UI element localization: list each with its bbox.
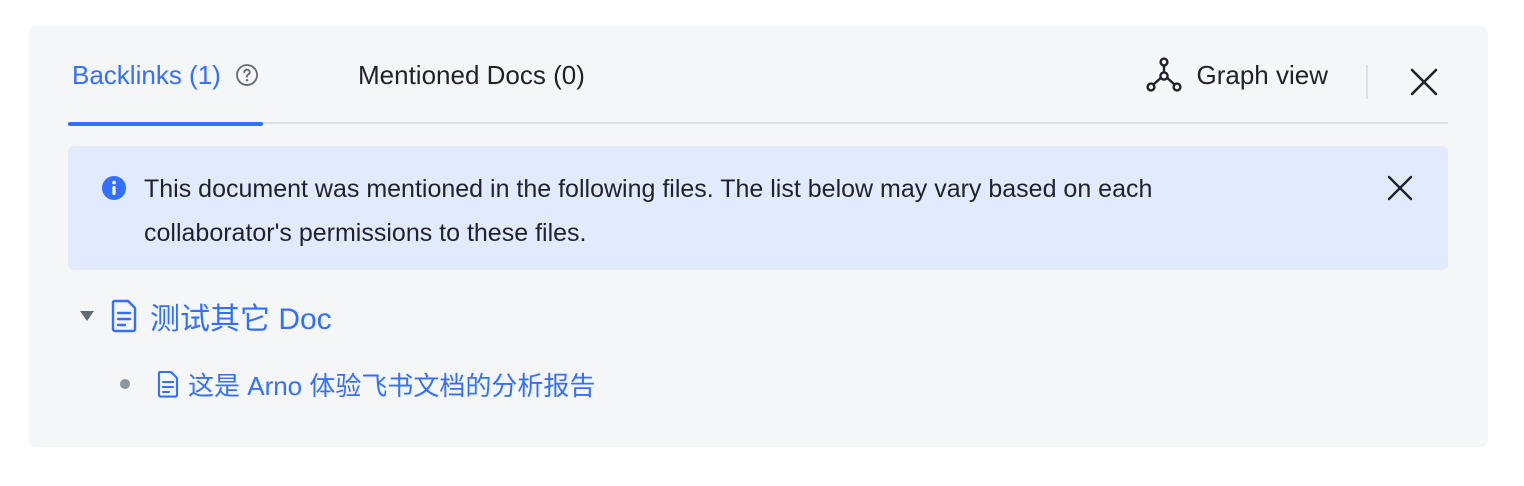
doc-icon <box>111 299 137 333</box>
notice-text: This document was mentioned in the follo… <box>144 175 1153 247</box>
close-icon <box>1387 175 1413 201</box>
info-icon <box>102 176 126 200</box>
graph-icon <box>1145 57 1182 92</box>
info-notice: This document was mentioned in the follo… <box>68 146 1448 270</box>
list-item: 这是 Arno 体验飞书文档的分析报告 <box>120 364 595 404</box>
tab-mentioned-docs-label: Mentioned Docs (0) <box>358 59 585 90</box>
tab-backlinks[interactable]: Backlinks (1) <box>68 26 263 126</box>
tab-bar: Backlinks (1) Mentioned Docs (0) Graph v… <box>68 26 1448 126</box>
bullet-dot <box>120 379 130 389</box>
graph-view-button[interactable]: Graph view <box>1145 26 1329 124</box>
tree-root-item: 测试其它 Doc <box>78 290 332 342</box>
help-icon[interactable] <box>235 63 259 87</box>
doc-icon <box>157 370 179 398</box>
caret-down-icon[interactable] <box>78 309 96 323</box>
child-doc-link[interactable]: 这是 Arno 体验飞书文档的分析报告 <box>188 366 595 403</box>
tab-mentioned-docs[interactable]: Mentioned Docs (0) <box>358 26 585 124</box>
root-doc-link[interactable]: 测试其它 Doc <box>150 294 332 338</box>
dismiss-notice-button[interactable] <box>1386 174 1414 202</box>
graph-view-label: Graph view <box>1196 59 1329 90</box>
header-divider <box>1366 65 1368 99</box>
close-panel-button[interactable] <box>1408 66 1440 98</box>
backlinks-panel: Backlinks (1) Mentioned Docs (0) Graph v… <box>28 26 1488 447</box>
close-icon <box>1410 68 1438 96</box>
tab-backlinks-label: Backlinks (1) <box>72 59 221 90</box>
